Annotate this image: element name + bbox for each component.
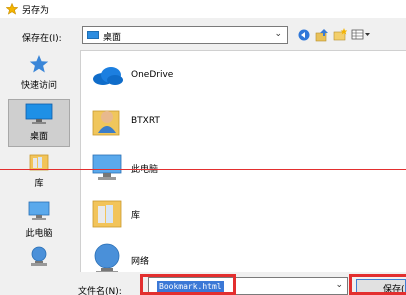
list-item-onedrive[interactable]: OneDrive [85,53,385,99]
up-folder-icon [315,28,329,45]
place-desktop[interactable]: 桌面 [8,99,70,147]
save-in-dropdown[interactable]: 桌面 ⌄ [82,26,288,44]
new-folder-icon [333,27,348,45]
list-item-library[interactable]: 库 [85,191,385,237]
back-button[interactable] [296,28,312,44]
desktop-folder-icon [87,31,99,39]
save-highlight-box [349,274,406,295]
filename-label: 文件名(N): [78,287,122,295]
view-menu-button[interactable] [350,28,372,44]
window-title: 另存为 [22,6,50,16]
save-in-label: 保存在(I): [22,34,62,44]
place-label: 快速访问 [20,81,57,91]
place-quick-access[interactable]: 快速访问 [8,52,70,100]
file-name: 网络 [131,257,150,267]
list-item-this-pc[interactable]: 此电脑 [85,145,385,191]
place-this-pc[interactable]: 此电脑 [8,198,70,246]
chevron-down-icon: ⌄ [335,280,343,290]
file-name: OneDrive [131,70,174,80]
view-grid-icon [351,29,371,44]
file-list: OneDrive BTXRT 此电脑 库 网络 [80,50,406,275]
save-in-value: 桌面 [103,33,122,43]
network-icon [27,246,51,271]
star-icon [29,54,49,77]
list-item-btxrt[interactable]: BTXRT [85,99,385,145]
onedrive-icon [89,57,125,93]
up-folder-button[interactable] [314,28,330,44]
places-sidebar: 快速访问 桌面 库 此电脑 网络 [0,48,78,295]
place-label: 库 [34,179,44,189]
library-icon [28,152,50,175]
title-bar: 另存为 [0,0,406,18]
star-icon [5,2,19,18]
place-library[interactable]: 库 [8,152,70,200]
computer-icon [27,200,51,225]
computer-icon [89,149,125,185]
file-name: 库 [131,211,141,221]
user-folder-icon [89,103,125,139]
place-label: 此电脑 [25,229,53,239]
highlight-line [0,169,406,170]
desktop-icon [25,103,53,128]
back-arrow-icon [298,29,310,44]
filename-highlight-box [140,274,236,295]
chevron-down-icon: ⌄ [274,29,282,39]
file-name: BTXRT [131,116,160,126]
new-folder-button[interactable] [332,27,348,45]
library-icon [89,195,125,231]
place-label: 桌面 [29,132,48,142]
